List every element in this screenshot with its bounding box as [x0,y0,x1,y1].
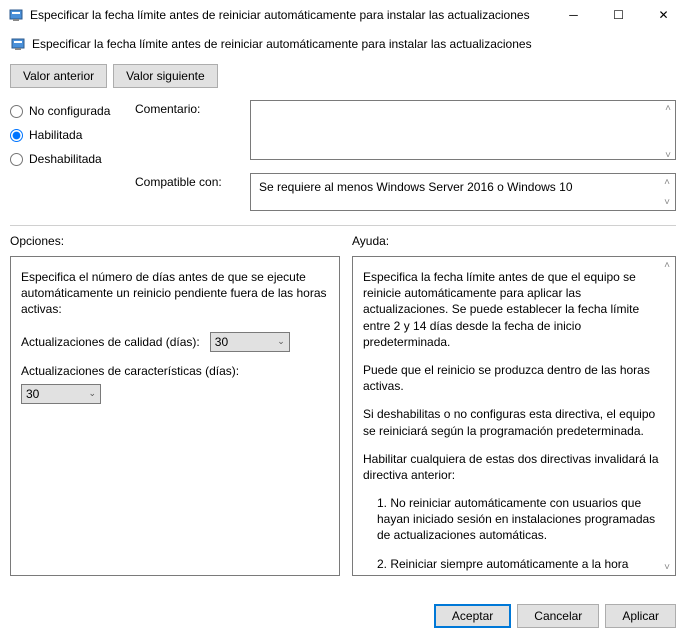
quality-label: Actualizaciones de calidad (días): [21,335,200,349]
options-description: Especifica el número de días antes de qu… [21,269,329,318]
help-box: ˄ Especifica la fecha límite antes de qu… [352,256,676,576]
policy-icon [10,36,26,52]
comment-textarea[interactable] [250,100,676,160]
policy-title: Especificar la fecha límite antes de rei… [32,37,532,51]
scroll-up-icon[interactable]: ˄ [661,259,673,271]
fields-col: Comentario: ˄ ˅ Compatible con: Se requi… [135,100,676,221]
chevron-down-icon: ⌄ [88,388,96,399]
comment-label: Comentario: [135,100,250,116]
help-p1: Especifica la fecha límite antes de que … [363,269,661,350]
window-title: Especificar la fecha límite antes de rei… [30,8,551,22]
scroll-up-icon[interactable]: ˄ [662,102,674,114]
radio-label: Habilitada [29,128,82,142]
minimize-button[interactable]: ─ [551,0,596,30]
scroll-down-icon[interactable]: ˅ [661,196,673,208]
help-column: Ayuda: ˄ Especifica la fecha límite ante… [352,234,676,576]
radio-disabled[interactable]: Deshabilitada [10,152,125,166]
help-p2: Puede que el reinicio se produzca dentro… [363,362,661,394]
radio-enabled[interactable]: Habilitada [10,128,125,142]
help-text: Especifica la fecha límite antes de que … [363,269,661,576]
radio-not-configured[interactable]: No configurada [10,104,125,118]
scroll-up-icon[interactable]: ˄ [661,176,673,188]
feature-value: 30 [26,387,39,401]
ok-button[interactable]: Aceptar [434,604,511,628]
compat-row: Compatible con: Se requiere al menos Win… [135,173,676,211]
titlebar: Especificar la fecha límite antes de rei… [0,0,686,30]
prev-button[interactable]: Valor anterior [10,64,107,88]
comment-row: Comentario: ˄ ˅ [135,100,676,163]
subheader: Especificar la fecha límite antes de rei… [0,30,686,58]
nav-buttons: Valor anterior Valor siguiente [0,58,686,100]
feature-select[interactable]: 30 ⌄ [21,384,101,404]
feature-select-row: 30 ⌄ [21,384,329,404]
divider [10,225,676,226]
radio-label: Deshabilitada [29,152,102,166]
scroll-down-icon[interactable]: ˅ [661,561,673,573]
apply-button[interactable]: Aplicar [605,604,676,628]
next-button[interactable]: Valor siguiente [113,64,218,88]
options-box: Especifica el número de días antes de qu… [10,256,340,576]
footer-buttons: Aceptar Cancelar Aplicar [434,604,676,628]
radio-disabled-input[interactable] [10,153,23,166]
options-label: Opciones: [10,234,340,248]
compat-box: Se requiere al menos Windows Server 2016… [250,173,676,211]
feature-label: Actualizaciones de características (días… [21,364,329,378]
radio-not-configured-input[interactable] [10,105,23,118]
close-button[interactable]: ✕ [641,0,686,30]
help-li1: 1. No reiniciar automáticamente con usua… [363,495,661,544]
chevron-down-icon: ⌄ [277,336,285,347]
feature-row: Actualizaciones de características (días… [21,364,329,378]
app-icon [8,7,24,23]
help-p4: Habilitar cualquiera de estas dos direct… [363,451,661,483]
help-label: Ayuda: [352,234,676,248]
compat-value: Se requiere al menos Windows Server 2016… [259,180,573,194]
help-p3: Si deshabilitas o no configuras esta dir… [363,406,661,438]
upper-panel: No configurada Habilitada Deshabilitada … [0,100,686,221]
radio-enabled-input[interactable] [10,129,23,142]
window-buttons: ─ ☐ ✕ [551,0,686,30]
quality-row: Actualizaciones de calidad (días): 30 ⌄ [21,332,329,352]
quality-value: 30 [215,335,228,349]
radio-label: No configurada [29,104,110,118]
cancel-button[interactable]: Cancelar [517,604,599,628]
lower-panel: Opciones: Especifica el número de días a… [0,234,686,576]
quality-select[interactable]: 30 ⌄ [210,332,290,352]
scroll-down-icon[interactable]: ˅ [662,149,674,161]
help-li2: 2. Reiniciar siempre automáticamente a l… [363,556,661,576]
compat-label: Compatible con: [135,173,250,189]
options-column: Opciones: Especifica el número de días a… [10,234,340,576]
radio-group: No configurada Habilitada Deshabilitada [10,100,125,221]
maximize-button[interactable]: ☐ [596,0,641,30]
